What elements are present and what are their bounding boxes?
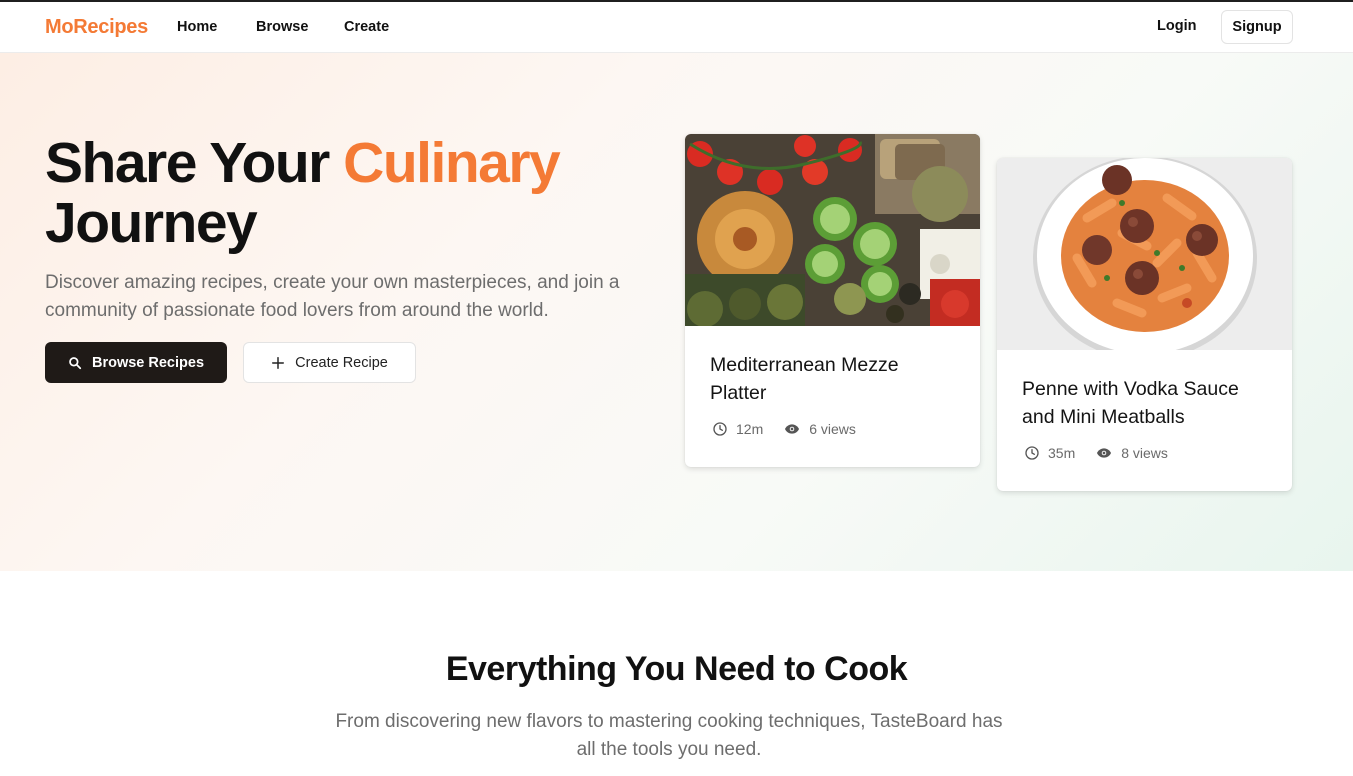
browse-recipes-label: Browse Recipes — [91, 354, 205, 371]
eye-icon — [785, 424, 800, 434]
view-count-value: 8 views — [1121, 445, 1168, 461]
clock-icon — [713, 422, 727, 436]
nav-link-browse[interactable]: Browse — [256, 19, 308, 35]
create-recipe-label: Create Recipe — [295, 354, 388, 371]
recipe-card-mezze[interactable]: Mediterranean Mezze Platter 12m 6 views — [685, 134, 980, 467]
mezze-platter-image — [685, 134, 980, 326]
search-icon — [69, 356, 82, 369]
hero-section: Share Your Culinary Journey Discover amaz… — [0, 53, 1353, 571]
cook-time-value: 12m — [736, 421, 764, 437]
logo[interactable]: MoRecipes — [45, 16, 148, 39]
nav-link-home[interactable]: Home — [177, 19, 217, 35]
browse-recipes-button[interactable]: Browse Recipes — [45, 342, 227, 383]
hero-title-accent: Culinary — [343, 131, 561, 195]
hero-title-part1: Share Your — [45, 131, 344, 195]
hero-title: Share Your Culinary Journey — [45, 133, 685, 253]
cook-time-value: 35m — [1048, 445, 1076, 461]
eye-icon — [1097, 448, 1112, 458]
card-title: Mediterranean Mezze Platter — [710, 354, 899, 404]
signup-button[interactable]: Signup — [1221, 10, 1293, 44]
features-subtitle: From discovering new flavors to masterin… — [335, 711, 1003, 760]
clock-icon — [1025, 446, 1039, 460]
recipe-card-penne[interactable]: Penne with Vodka Sauce and Mini Meatball… — [997, 158, 1292, 491]
card-title: Penne with Vodka Sauce and Mini Meatball… — [1022, 378, 1239, 428]
view-count: 8 views — [1095, 445, 1168, 461]
login-link[interactable]: Login — [1157, 18, 1196, 34]
plus-icon — [272, 356, 285, 369]
card-meta: 35m 8 views — [1024, 445, 1188, 461]
view-count: 6 views — [783, 421, 856, 437]
view-count-value: 6 views — [809, 421, 856, 437]
nav-link-create[interactable]: Create — [344, 19, 389, 35]
card-meta: 12m 6 views — [712, 421, 876, 437]
create-recipe-button[interactable]: Create Recipe — [243, 342, 416, 383]
hero-title-part2: Journey — [45, 191, 258, 255]
penne-meatballs-image — [997, 158, 1292, 350]
cook-time: 35m — [1024, 445, 1075, 461]
cook-time: 12m — [712, 421, 763, 437]
features-title: Everything You Need to Cook — [445, 650, 908, 688]
hero-subtitle: Discover amazing recipes, create your ow… — [45, 272, 620, 321]
top-navbar: MoRecipes Home Browse Create Login Signu… — [0, 2, 1353, 53]
